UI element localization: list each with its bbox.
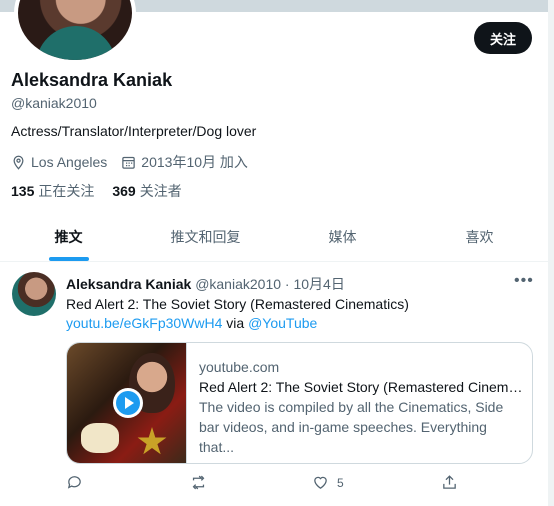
- joined-item: 2013年10月 加入: [121, 152, 248, 172]
- following-label: 正在关注: [38, 183, 95, 199]
- more-icon[interactable]: •••: [514, 272, 534, 290]
- tweet-body: Red Alert 2: The Soviet Story (Remastere…: [66, 296, 409, 312]
- tweet-link-line: youtu.be/eGkFp30WwH4 via @YouTube: [66, 314, 409, 333]
- location-item: Los Angeles: [11, 154, 107, 170]
- share-button[interactable]: [441, 474, 458, 491]
- tweet[interactable]: Aleksandra Kaniak @kaniak2010 · 10月4日 ••…: [0, 262, 548, 506]
- card-description: The video is compiled by all the Cinemat…: [199, 399, 504, 455]
- tweet-author-handle[interactable]: @kaniak2010: [195, 276, 281, 292]
- tweet-date[interactable]: 10月4日: [293, 276, 344, 292]
- profile-bio: Actress/Translator/Interpreter/Dog lover: [11, 123, 257, 139]
- reply-button[interactable]: [66, 474, 83, 491]
- like-button[interactable]: 5: [312, 474, 344, 491]
- tab-likes[interactable]: 喜欢: [411, 212, 548, 261]
- location-text: Los Angeles: [31, 154, 108, 170]
- joined-text: 2013年10月 加入: [141, 154, 248, 170]
- card-thumbnail: [67, 343, 187, 463]
- column-divider: [548, 0, 554, 506]
- like-count: 5: [337, 475, 344, 490]
- link-card[interactable]: youtube.com Red Alert 2: The Soviet Stor…: [66, 342, 533, 464]
- profile-tabs: 推文 推文和回复 媒体 喜欢: [0, 212, 548, 262]
- followers-link[interactable]: 369 关注者: [112, 181, 181, 201]
- card-body: youtube.com Red Alert 2: The Soviet Stor…: [199, 357, 525, 457]
- profile-avatar[interactable]: [14, 0, 136, 64]
- tab-media[interactable]: 媒体: [274, 212, 411, 261]
- followers-count: 369: [112, 183, 136, 199]
- reply-icon: [67, 476, 81, 489]
- following-count: 135: [11, 183, 35, 199]
- tweet-author-name[interactable]: Aleksandra Kaniak: [66, 276, 191, 292]
- tweet-via: via: [222, 315, 249, 331]
- tweet-separator: ·: [284, 276, 290, 292]
- profile-handle: @kaniak2010: [11, 95, 97, 111]
- tweet-avatar[interactable]: [12, 272, 56, 316]
- tweet-actions: 5: [66, 474, 466, 494]
- calendar-icon: [122, 156, 136, 169]
- tab-tweets[interactable]: 推文: [0, 212, 137, 261]
- follow-button[interactable]: 关注: [474, 22, 532, 54]
- tweet-header: Aleksandra Kaniak @kaniak2010 · 10月4日: [66, 274, 345, 294]
- profile-meta: Los Angeles 2013年10月 加入: [11, 152, 248, 172]
- followers-label: 关注者: [139, 183, 182, 199]
- tab-tweets-replies[interactable]: 推文和回复: [137, 212, 274, 261]
- play-icon[interactable]: [113, 388, 143, 418]
- tweet-via-account[interactable]: @YouTube: [248, 315, 317, 331]
- like-icon: [314, 476, 327, 489]
- card-title: Red Alert 2: The Soviet Story (Remastere…: [199, 379, 525, 395]
- profile-stats: 135 正在关注 369 关注者: [11, 181, 182, 201]
- share-icon: [443, 475, 456, 489]
- card-domain: youtube.com: [199, 359, 280, 375]
- retweet-button[interactable]: [190, 474, 207, 491]
- retweet-icon: [192, 475, 205, 490]
- tweet-text: Red Alert 2: The Soviet Story (Remastere…: [66, 295, 409, 333]
- location-icon: [13, 155, 24, 170]
- following-link[interactable]: 135 正在关注: [11, 181, 94, 201]
- profile-name: Aleksandra Kaniak: [11, 70, 173, 90]
- tweet-link[interactable]: youtu.be/eGkFp30WwH4: [66, 315, 222, 331]
